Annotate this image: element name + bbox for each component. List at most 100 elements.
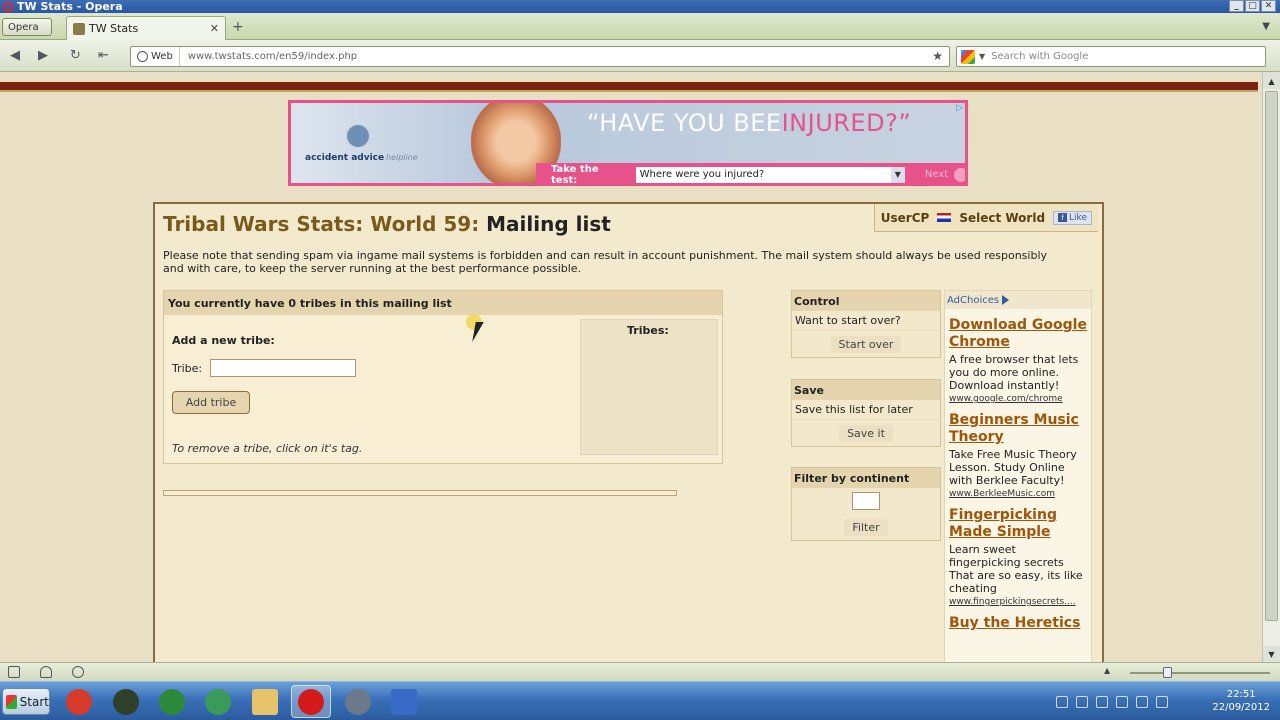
turbo-icon[interactable] [72, 666, 84, 678]
rewind-icon[interactable]: ⇤ [98, 48, 109, 63]
taskbar-tool[interactable] [338, 685, 378, 718]
reload-icon[interactable]: ↻ [70, 48, 81, 63]
start-button[interactable]: Start [2, 688, 50, 715]
remove-tribe-hint: To remove a tribe, click on it's tag. [172, 442, 363, 455]
main-panel: Tribal Wars Stats: World 59: Mailing lis… [153, 202, 1104, 664]
zoom-up-icon[interactable]: ▲ [1104, 666, 1110, 675]
tab-title: TW Stats [89, 22, 139, 35]
scroll-up-icon[interactable]: ▲ [1263, 73, 1280, 89]
tab-menu-chevron-icon[interactable]: ▼ [1262, 21, 1270, 32]
select-world-link[interactable]: Select World [959, 211, 1045, 225]
scroll-thumb[interactable] [1265, 91, 1278, 621]
ad-title-chrome[interactable]: Download Google Chrome [949, 317, 1087, 351]
search-engine-chevron-icon[interactable]: ▼ [979, 52, 985, 61]
window-title: TW Stats - Opera [17, 0, 123, 13]
ad-banner[interactable]: accident advice helpline “HAVE YOU BEEIN… [288, 100, 968, 186]
title-site-link[interactable]: Tribal Wars Stats [163, 212, 355, 236]
ad-text: Learn sweet fingerpicking secrets That a… [949, 543, 1083, 595]
mouse-cursor-icon [466, 314, 488, 346]
url-text: www.twstats.com/en59/index.php [187, 51, 358, 62]
ad-title-heretics[interactable]: Buy the Heretics [949, 615, 1087, 632]
ad-url[interactable]: www.fingerpickingsecrets.... [949, 597, 1087, 607]
battery-icon[interactable] [1136, 695, 1148, 708]
bookmark-star-icon[interactable]: ★ [932, 49, 943, 63]
page-top-border [0, 82, 1258, 92]
tray-arrow-icon[interactable] [1056, 695, 1068, 708]
facebook-icon: f [1058, 213, 1068, 222]
taskbar-folder[interactable] [245, 685, 285, 718]
minimize-button[interactable]: _ [1229, 0, 1244, 12]
taskbar-spotify[interactable] [152, 685, 192, 718]
save-it-button[interactable]: Save it [839, 424, 893, 442]
tab-tw-stats[interactable]: TW Stats ✕ [66, 16, 226, 40]
tribes-list-header: Tribes: [627, 324, 669, 337]
web-identity-button[interactable]: Web [131, 47, 180, 66]
close-window-button[interactable]: ✕ [1261, 0, 1276, 12]
ad-brand: accident advice [305, 153, 385, 163]
ad-headline-1: “HAVE [587, 109, 666, 137]
add-tribe-button[interactable]: Add tribe [172, 391, 250, 414]
address-bar[interactable]: Web www.twstats.com/en59/index.php ★ [130, 46, 950, 67]
vertical-scrollbar[interactable]: ▲ ▼ [1262, 73, 1280, 662]
tab-bar: Opera TW Stats ✕ + ▼ [0, 13, 1280, 40]
control-button-row: Start over [792, 331, 940, 357]
back-arrow-icon[interactable]: ◀ [10, 48, 20, 63]
network-icon[interactable] [1116, 695, 1128, 708]
adchoices-link[interactable]: AdChoices [945, 291, 1091, 309]
window-controls: _ □ ✕ [1229, 0, 1276, 12]
facebook-like-button[interactable]: f Like [1053, 210, 1092, 225]
maximize-button[interactable]: □ [1245, 0, 1260, 12]
select-chevron-icon[interactable]: ▼ [890, 166, 905, 183]
title-current: Mailing list [486, 212, 611, 236]
filter-button[interactable]: Filter [844, 518, 888, 536]
taskbar-opera[interactable] [291, 685, 331, 718]
unite-icon[interactable] [40, 666, 52, 678]
control-box: Control Want to start over? Start over [791, 290, 941, 358]
search-placeholder: Search with Google [991, 51, 1089, 62]
taskbar-save[interactable] [384, 685, 424, 718]
forward-arrow-icon[interactable]: ▶ [38, 48, 48, 63]
tribe-label: Tribe: [172, 362, 203, 375]
ad-url[interactable]: www.google.com/chrome [949, 394, 1087, 404]
continent-input[interactable] [852, 492, 880, 510]
ad-item: Buy the Heretics [945, 615, 1091, 632]
ad-item: Download Google Chrome A free browser th… [945, 317, 1091, 404]
title-separator: : [355, 212, 371, 236]
next-arrow-icon[interactable] [954, 167, 965, 182]
usercp-link[interactable]: UserCP [881, 211, 930, 225]
opera-menu-button[interactable]: Opera [2, 18, 52, 36]
tribe-input[interactable] [210, 359, 356, 377]
speaker-icon[interactable] [1156, 695, 1168, 708]
zoom-slider[interactable] [1130, 672, 1270, 674]
volume-icon[interactable] [1076, 695, 1088, 708]
title-world-link[interactable]: World 59 [370, 212, 471, 236]
new-tab-button[interactable]: + [232, 19, 244, 35]
taskbar-game[interactable] [106, 685, 146, 718]
like-label: Like [1069, 212, 1087, 223]
adchoices-icon[interactable]: ▷ [956, 103, 963, 113]
taskbar-chrome[interactable] [59, 685, 99, 718]
google-icon [961, 49, 975, 64]
ad-title-music[interactable]: Beginners Music Theory [949, 412, 1087, 446]
tribes-list: Tribes: [580, 319, 718, 455]
tab-close-icon[interactable]: ✕ [210, 22, 219, 35]
ad-select-value: Where were you injured? [639, 169, 765, 180]
app-icon [205, 688, 231, 715]
save-header: Save [792, 380, 940, 400]
ad-next-button[interactable]: Next [925, 169, 948, 180]
ad-url[interactable]: www.BerkleeMusic.com [949, 489, 1087, 499]
clock[interactable]: 22:51 22/09/2012 [1212, 688, 1270, 714]
mailing-list-box: You currently have 0 tribes in this mail… [163, 290, 723, 464]
globe-icon [137, 51, 148, 62]
flag-icon[interactable] [1096, 695, 1108, 708]
filter-header: Filter by continent [792, 468, 940, 488]
panel-toggle-icon[interactable] [8, 666, 20, 678]
search-field[interactable]: ▼ Search with Google [956, 46, 1266, 67]
start-over-button[interactable]: Start over [830, 335, 902, 353]
scroll-down-icon[interactable]: ▼ [1263, 646, 1280, 662]
horizontal-scrollbar[interactable] [163, 490, 677, 496]
ad-injury-select[interactable]: Where were you injured? ▼ [635, 166, 905, 183]
taskbar-app[interactable] [198, 685, 238, 718]
zoom-slider-knob[interactable] [1163, 667, 1172, 678]
ad-title-fingerpicking[interactable]: Fingerpicking Made Simple [949, 507, 1087, 541]
